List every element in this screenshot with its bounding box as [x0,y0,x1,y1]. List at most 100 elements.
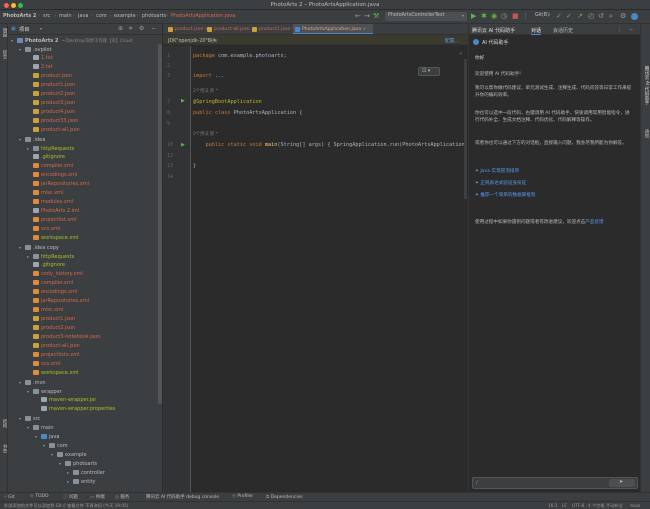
tree-item[interactable]: workspace.xml [27,369,79,378]
file-encoding[interactable]: UTF-8 [572,503,584,508]
tab-chat[interactable]: 对话 [531,27,542,35]
tree-item[interactable]: product33.json [27,117,78,126]
tree-item[interactable]: misc.xml [27,306,63,315]
tree-item[interactable]: compiler.xml [27,279,73,288]
tool-ai-assistant[interactable]: 腾讯云 AI 代码助手 [643,66,649,105]
coverage-icon[interactable]: ◉ [491,13,497,20]
tree-item[interactable]: ▸ httpRequests [27,252,74,261]
tree-item[interactable]: misc.xml [27,189,63,198]
more-actions-icon[interactable]: ⋮ [522,13,529,20]
tool-git[interactable]: ⑂ Git [4,494,15,500]
git-push-icon[interactable]: ↗ [577,13,583,20]
breadcrumb-com[interactable]: com [96,13,107,19]
tree-item[interactable]: vcs.xml [27,225,60,234]
tool-todo[interactable]: ≡ TODO [30,494,49,499]
tree-item[interactable]: ▾ wrapper [27,387,62,396]
tree-item[interactable]: ▸ entity [67,477,96,486]
usage-hint[interactable]: 2个用法 新 * [193,88,218,94]
tree-item[interactable]: product2.json [27,324,75,333]
tree-item[interactable]: PhotoArts 2.iml [27,207,79,216]
tree-item[interactable]: projectlist.xml [27,216,77,225]
close-tab-icon[interactable]: × [361,27,367,32]
project-panel-title[interactable]: 项目 [19,26,29,33]
run-config-select[interactable]: PhotoArtsControllerTest ▾ [385,12,467,21]
tool-problems[interactable]: ⓘ 问题 [63,494,78,500]
collapse-all-icon[interactable]: ≑ [128,25,133,32]
tree-item[interactable]: encodings.xml [27,288,77,297]
debug-icon[interactable]: ✱ [481,13,487,20]
breadcrumb-photoarts[interactable]: photoarts [142,13,166,19]
tree-item[interactable]: product3-notebook.json [27,333,100,342]
settings-gear-icon[interactable]: ⚙ [620,13,626,20]
line-separator[interactable]: LF [562,503,567,508]
project-scrollbar[interactable] [158,44,162,404]
completion-mode[interactable]: 手动补全 [606,503,623,509]
tool-terminal[interactable]: ▭ 终端 [90,494,105,500]
tree-item[interactable]: ▾ PhotoArts 2 ~/Desktop/同步工作盘【京】Cloud [11,36,132,45]
tree-item[interactable]: compiler.xml [27,162,73,171]
tool-project[interactable]: 项目 [1,28,7,37]
run-gutter-icon[interactable]: ▶ [181,142,185,148]
tree-item[interactable]: product2.json [27,90,75,99]
tree-item[interactable]: jarRepositories.xml [27,180,89,189]
tree-item[interactable]: projectlistx.xml [27,351,79,360]
editor-tab[interactable]: product-all.json × [205,24,255,34]
stop-icon[interactable]: ■ [512,13,519,20]
tree-item[interactable]: encodings.xml [27,171,77,180]
ai-chat-input[interactable]: / ➤ [472,477,638,489]
git-history-icon[interactable]: ◴ [588,13,594,20]
tree-item[interactable]: ▾ .mvn [19,378,46,387]
tree-item[interactable]: 2.txt [27,63,53,72]
tree-item[interactable]: maven-wrapper.jar [35,396,96,405]
cursor-position[interactable]: 16:1 [548,503,557,508]
status-message[interactable]: 外部添加的文件可以添加到 Git // 查看文件 不再询问 (今天 19:05) [4,503,128,509]
git-update-icon[interactable]: ✓ [556,13,562,20]
breadcrumb-example[interactable]: example [114,13,136,19]
chevron-down-icon[interactable]: ▾ [40,26,42,31]
tool-notifications[interactable]: 通知 [643,129,649,138]
editor-tab[interactable]: product1.json × [250,24,296,34]
indent-setting[interactable]: 4 个空格 [588,503,605,509]
tree-item[interactable]: modules.xml [27,198,73,207]
suggestion-link[interactable]: ✦ 正则表达式验证身份证 [475,180,526,186]
tool-commit[interactable]: 提交 [1,50,7,59]
breadcrumb-main[interactable]: main [59,13,72,19]
tree-item[interactable]: product1.json [27,81,75,90]
tree-item[interactable]: vcs.xml [27,360,60,369]
forward-icon[interactable]: → [364,13,370,20]
tool-dependencies[interactable]: ⧉ Dependencies [266,494,303,500]
tree-item[interactable]: 1.txt [27,54,53,63]
locate-icon[interactable]: ⊕ [118,25,123,32]
breadcrumb-src[interactable]: src [43,13,50,19]
tree-item[interactable]: ▸ controller [67,468,105,477]
editor-tab[interactable]: product.json × [166,24,209,34]
tool-bookmarks[interactable]: 书签 [1,444,7,453]
tree-item[interactable]: .gitignore [27,261,65,270]
hide-panel-icon[interactable]: − [151,25,156,32]
breadcrumb-file[interactable]: PhotoArtsApplication.java [171,13,235,19]
hide-panel-icon[interactable]: − [629,27,633,33]
tree-item[interactable]: maven-wrapper.properties [35,405,115,414]
tree-item[interactable]: product1.json [27,315,75,324]
git-commit-icon[interactable]: ✓ [566,13,572,20]
tab-session-history[interactable]: 会话历史 [553,27,573,34]
tool-services[interactable]: ◎ 服务 [115,494,129,500]
build-hammer-icon[interactable]: ⚒ [373,13,379,20]
tool-ai-debug-console[interactable]: 腾讯云 AI 代码助手 debug console [146,494,219,500]
tree-item[interactable]: ▾ src [19,414,40,423]
git-branch[interactable]: main [630,503,640,508]
tree-item[interactable]: ▾ example [51,450,87,459]
tree-item[interactable]: jarRepositories.xml [27,297,89,306]
editor-scrollbar[interactable] [464,59,467,199]
tree-item[interactable]: ▾ java [35,432,59,441]
tree-item[interactable]: .gitignore [27,153,65,162]
tree-item[interactable]: cody_history.xml [27,270,83,279]
tool-structure[interactable]: 结构 [1,419,7,428]
panel-options-icon[interactable]: ⋮ [617,27,622,33]
tree-item[interactable]: product-all.json [27,342,80,351]
suggestion-link[interactable]: ✦ Java 实现冒泡排序 [475,168,519,174]
breadcrumb-java[interactable]: java [78,13,88,19]
run-gutter-icon[interactable]: ▶ [181,98,185,104]
tree-item[interactable]: ▾ photoarts [59,459,97,468]
tool-profiler[interactable]: ◷ Profiler [232,494,253,499]
